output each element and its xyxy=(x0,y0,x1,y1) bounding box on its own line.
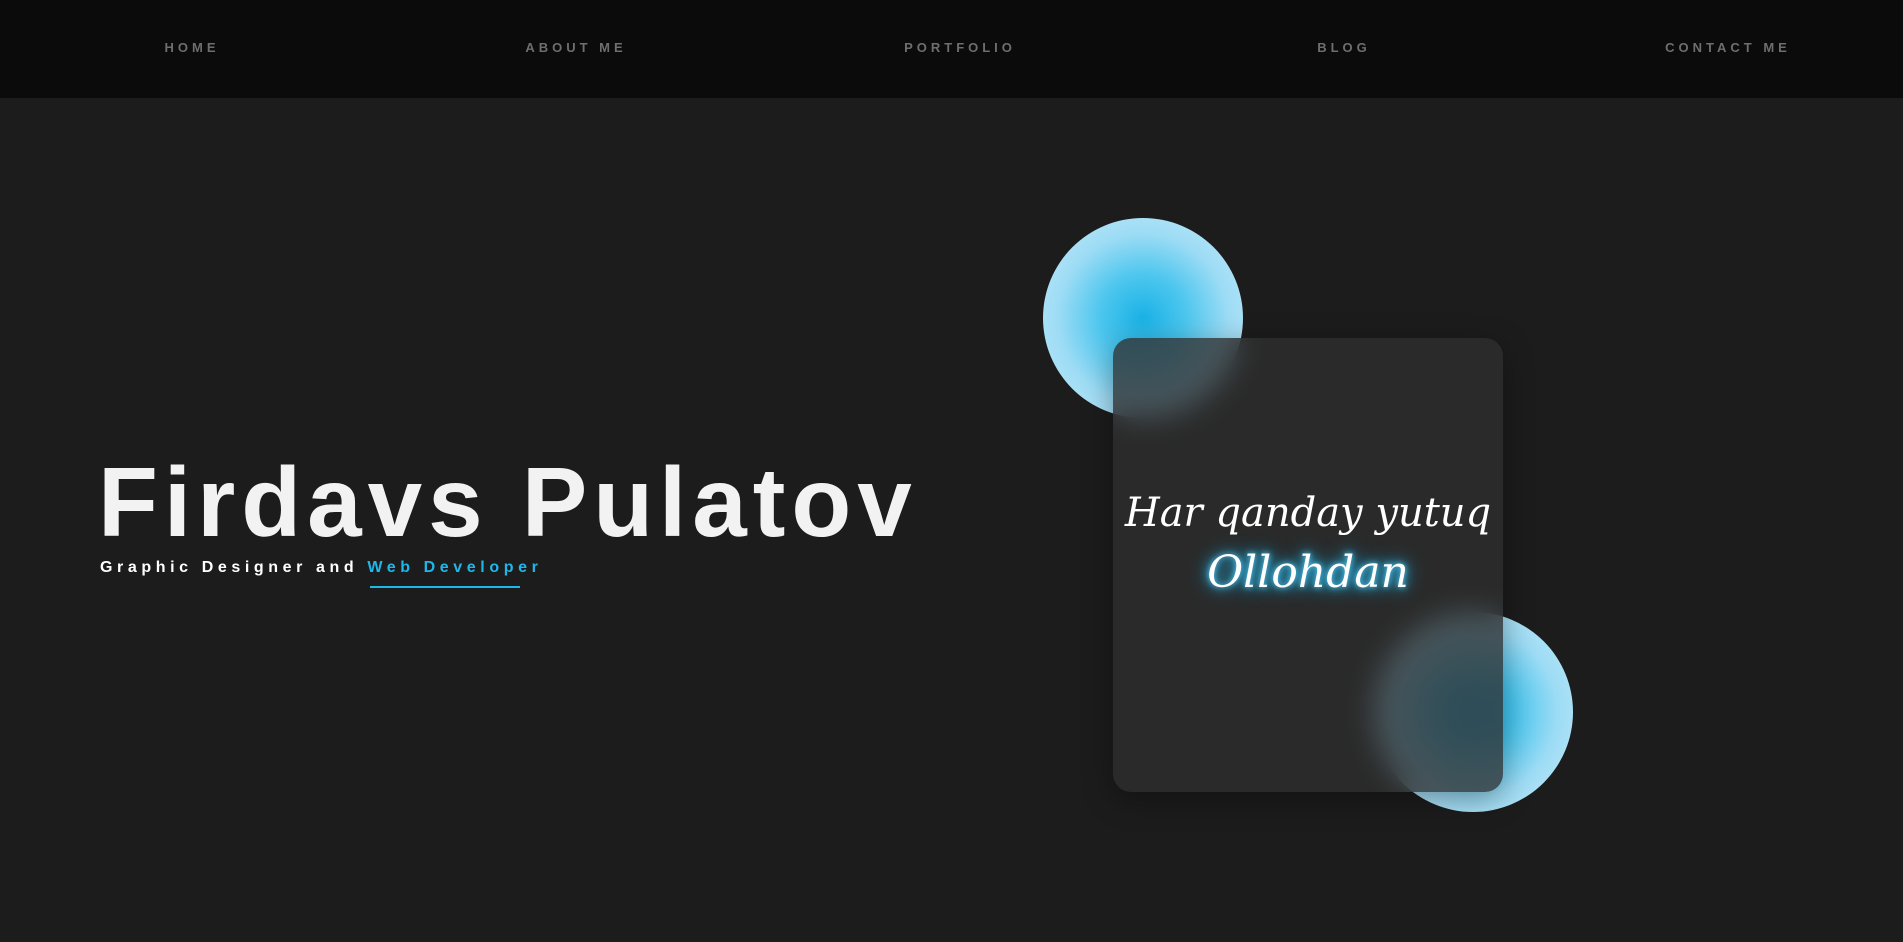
quote-line-1: Har qanday yutuq xyxy=(1124,490,1492,536)
accent-underline xyxy=(370,586,520,588)
hero-subtitle: Graphic Designer and Web Developer xyxy=(100,559,542,577)
nav-portfolio-link[interactable]: PORTFOLIO xyxy=(810,40,1110,55)
quote-card: Har qanday yutuq Ollohdan xyxy=(1113,338,1503,792)
nav-contact-me-link[interactable]: CONTACT ME xyxy=(1578,40,1878,55)
top-navigation: HOME ABOUT ME PORTFOLIO BLOG CONTACT ME xyxy=(0,0,1903,98)
quote-line-2: Ollohdan xyxy=(1207,547,1409,598)
nav-home-link[interactable]: HOME xyxy=(42,40,342,55)
hero-subtitle-prefix: Graphic Designer and xyxy=(100,559,368,576)
hero-name: Firdavs Pulatov xyxy=(98,447,918,557)
hero-subtitle-accent: Web Developer xyxy=(367,559,543,576)
nav-about-me-link[interactable]: ABOUT ME xyxy=(426,40,726,55)
nav-blog-link[interactable]: BLOG xyxy=(1194,40,1494,55)
